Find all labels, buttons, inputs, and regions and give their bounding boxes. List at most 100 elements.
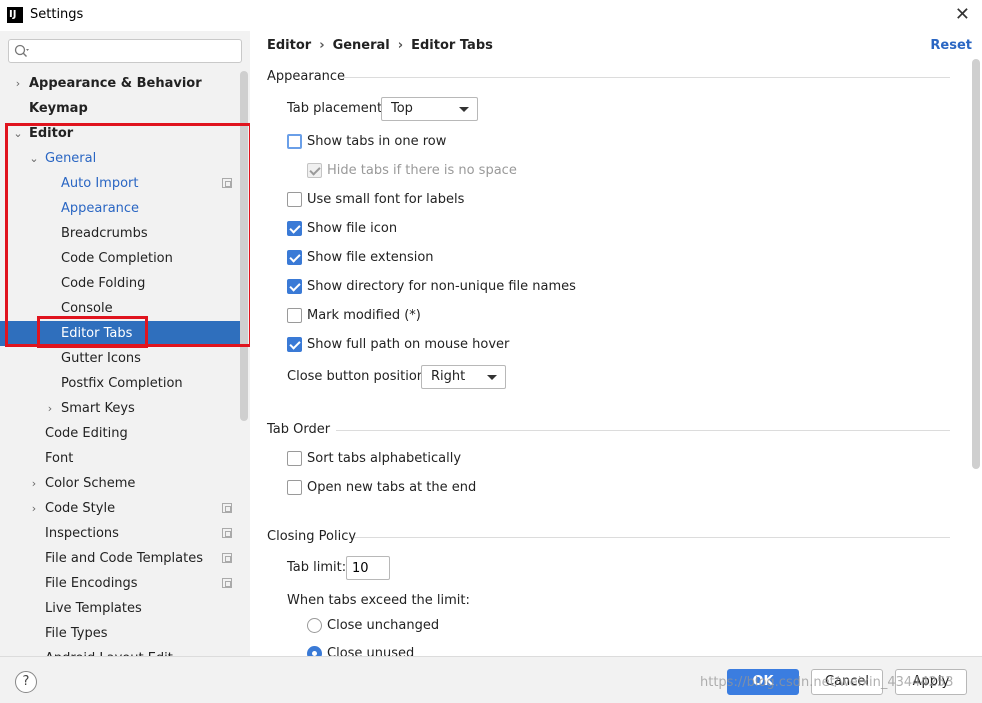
mark-modified-checkbox[interactable] <box>287 308 302 323</box>
project-scope-icon <box>222 578 232 588</box>
chevron-right-icon[interactable]: › <box>44 396 56 421</box>
sidebar-item-console[interactable]: Console <box>0 296 248 321</box>
exceed-label-row: When tabs exceed the limit: <box>287 590 470 612</box>
project-scope-icon <box>222 178 232 188</box>
window-title: Settings <box>30 7 84 22</box>
section-divider <box>344 77 950 78</box>
close-icon[interactable]: ✕ <box>955 4 970 25</box>
show-directory-checkbox[interactable] <box>287 279 302 294</box>
close-unused-radio[interactable] <box>307 646 322 656</box>
show-file-extension-checkbox[interactable] <box>287 250 302 265</box>
section-divider <box>336 430 950 431</box>
apply-button[interactable]: Apply <box>895 669 967 695</box>
sidebar-scrollbar[interactable] <box>240 71 248 421</box>
open-at-end-label: Open new tabs at the end <box>307 480 477 495</box>
show-file-icon-label: Show file icon <box>307 221 398 236</box>
chevron-right-icon[interactable]: › <box>28 471 40 496</box>
sidebar-item-android-layout-editor[interactable]: Android Layout Edit... <box>0 646 248 656</box>
sidebar-item-auto-import[interactable]: Auto Import <box>0 171 248 196</box>
sidebar-item-inspections[interactable]: Inspections <box>0 521 248 546</box>
tab-placement-value: Top <box>391 101 413 116</box>
cancel-button[interactable]: Cancel <box>811 669 883 695</box>
hide-tabs-label: Hide tabs if there is no space <box>327 163 517 178</box>
section-title-closing-policy: Closing Policy <box>267 529 357 544</box>
settings-content: Editor › General › Editor Tabs Reset Appeara… <box>250 31 982 656</box>
reset-link[interactable]: Reset <box>930 38 972 53</box>
sidebar-item-live-templates[interactable]: Live Templates <box>0 596 248 621</box>
show-full-path-checkbox[interactable] <box>287 337 302 352</box>
show-tabs-one-row-checkbox[interactable] <box>287 134 302 149</box>
sidebar-item-code-editing[interactable]: Code Editing <box>0 421 248 446</box>
sidebar-item-color-scheme[interactable]: › Color Scheme <box>0 471 248 496</box>
sidebar-item-code-completion[interactable]: Code Completion <box>0 246 248 271</box>
settings-sidebar: › Appearance & Behavior Keymap ⌄ Editor … <box>0 31 250 656</box>
chevron-down-icon[interactable]: ⌄ <box>28 146 40 171</box>
close-button-position-value: Right <box>431 369 466 384</box>
breadcrumb-general[interactable]: General <box>333 38 390 53</box>
chevron-down-icon[interactable]: ⌄ <box>12 121 24 146</box>
breadcrumb-editor[interactable]: Editor <box>267 38 311 53</box>
sidebar-item-appearance-behavior[interactable]: › Appearance & Behavior <box>0 71 248 96</box>
chevron-right-icon[interactable]: › <box>12 71 24 96</box>
sidebar-item-keymap[interactable]: Keymap <box>0 96 248 121</box>
section-title-tab-order: Tab Order <box>267 422 331 437</box>
ok-button[interactable]: OK <box>727 669 799 695</box>
search-input[interactable] <box>35 42 235 60</box>
tab-limit-input[interactable] <box>346 556 390 580</box>
open-at-end-checkbox[interactable] <box>287 480 302 495</box>
sidebar-item-postfix-completion[interactable]: Postfix Completion <box>0 371 248 396</box>
close-button-position-dropdown[interactable]: Right <box>421 365 506 389</box>
dialog-footer: ? OK Cancel Apply https://blog.csdn.net/… <box>0 656 982 703</box>
sidebar-item-general[interactable]: ⌄ General <box>0 146 248 171</box>
sidebar-item-file-encodings[interactable]: File Encodings <box>0 571 248 596</box>
tab-limit-row: Tab limit: <box>287 557 346 579</box>
sidebar-item-editor-tabs[interactable]: Editor Tabs <box>0 321 248 346</box>
sidebar-item-file-code-templates[interactable]: File and Code Templates <box>0 546 248 571</box>
project-scope-icon <box>222 528 232 538</box>
close-unchanged-radio[interactable] <box>307 618 322 633</box>
small-font-checkbox[interactable] <box>287 192 302 207</box>
sidebar-item-font[interactable]: Font <box>0 446 248 471</box>
project-scope-icon <box>222 503 232 513</box>
project-scope-icon <box>222 553 232 563</box>
chevron-right-icon: › <box>397 38 404 53</box>
tab-placement-label: Tab placement: <box>287 101 387 116</box>
sidebar-item-appearance[interactable]: Appearance <box>0 196 248 221</box>
search-icon <box>14 44 29 57</box>
sidebar-item-file-types[interactable]: File Types <box>0 621 248 646</box>
sidebar-item-smart-keys[interactable]: › Smart Keys <box>0 396 248 421</box>
show-tabs-one-row-label: Show tabs in one row <box>307 134 447 149</box>
tab-placement-row: Tab placement: <box>287 98 387 120</box>
title-bar: IJ Settings ✕ <box>0 0 982 31</box>
close-unchanged-label: Close unchanged <box>327 618 440 633</box>
sidebar-item-editor[interactable]: ⌄ Editor <box>0 121 248 146</box>
chevron-down-icon <box>459 107 469 112</box>
sort-alpha-checkbox[interactable] <box>287 451 302 466</box>
content-scrollbar[interactable] <box>972 59 980 469</box>
close-unused-label: Close unused <box>327 646 415 656</box>
hide-tabs-checkbox[interactable] <box>307 163 322 178</box>
section-divider <box>354 537 950 538</box>
chevron-right-icon[interactable]: › <box>28 496 40 521</box>
sidebar-item-breadcrumbs[interactable]: Breadcrumbs <box>0 221 248 246</box>
exceed-label: When tabs exceed the limit: <box>287 593 470 608</box>
help-button[interactable]: ? <box>15 671 37 693</box>
breadcrumb: Editor › General › Editor Tabs <box>267 38 493 53</box>
section-title-appearance: Appearance <box>267 69 346 84</box>
sort-alpha-label: Sort tabs alphabetically <box>307 451 462 466</box>
show-file-icon-checkbox[interactable] <box>287 221 302 236</box>
show-directory-label: Show directory for non-unique file names <box>307 279 576 294</box>
breadcrumb-editor-tabs: Editor Tabs <box>411 38 493 53</box>
mark-modified-label: Mark modified (*) <box>307 308 421 323</box>
sidebar-item-code-folding[interactable]: Code Folding <box>0 271 248 296</box>
sidebar-item-gutter-icons[interactable]: Gutter Icons <box>0 346 248 371</box>
tab-placement-dropdown[interactable]: Top <box>381 97 478 121</box>
small-font-label: Use small font for labels <box>307 192 465 207</box>
search-box[interactable] <box>8 39 242 63</box>
chevron-right-icon: › <box>319 38 325 53</box>
tab-limit-label: Tab limit: <box>287 560 347 575</box>
sidebar-item-code-style[interactable]: › Code Style <box>0 496 248 521</box>
intellij-icon: IJ <box>7 7 23 23</box>
close-button-label: Close button position: <box>287 369 430 384</box>
chevron-down-icon <box>487 375 497 380</box>
